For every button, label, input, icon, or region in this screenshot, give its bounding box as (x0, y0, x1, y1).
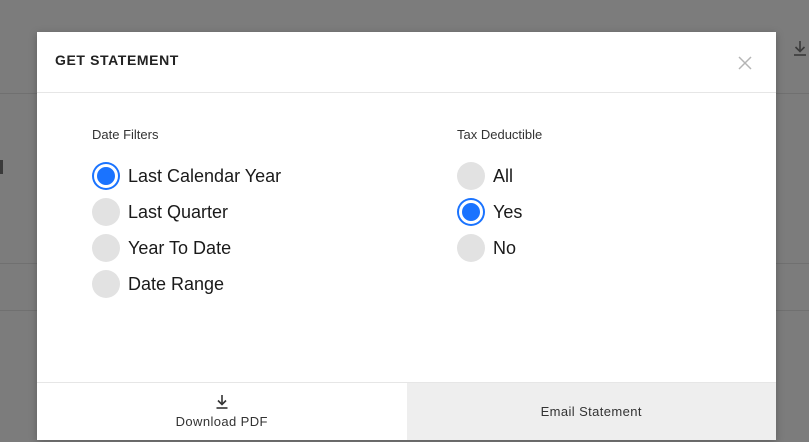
get-statement-modal: GET STATEMENT Date Filters Last Calendar… (37, 32, 776, 440)
tax-deductible-group: Tax Deductible All Yes No (457, 127, 542, 266)
email-statement-button[interactable]: Email Statement (406, 383, 776, 440)
option-label: No (493, 237, 517, 258)
date-filters-group: Date Filters Last Calendar Year Last Qua… (92, 127, 281, 302)
date-filters-label: Date Filters (92, 127, 159, 142)
close-button[interactable] (734, 52, 756, 74)
radio-no[interactable]: No (457, 230, 542, 266)
modal-footer: Download PDF Email Statement (37, 382, 776, 440)
radio-button[interactable] (457, 162, 485, 190)
radio-date-range[interactable]: Date Range (92, 266, 281, 302)
download-icon (216, 395, 228, 409)
radio-button[interactable] (457, 234, 485, 262)
modal-title: GET STATEMENT (55, 52, 179, 68)
radio-button[interactable] (92, 198, 120, 226)
radio-button-checked[interactable] (459, 200, 483, 224)
background-marker (0, 160, 3, 174)
radio-yes[interactable]: Yes (457, 194, 542, 230)
modal-header: GET STATEMENT (37, 32, 776, 93)
radio-button[interactable] (92, 270, 120, 298)
tax-deductible-label: Tax Deductible (457, 127, 543, 142)
radio-last-calendar-year[interactable]: Last Calendar Year (92, 158, 281, 194)
radio-all[interactable]: All (457, 158, 542, 194)
close-icon (738, 56, 752, 70)
download-pdf-label: Download PDF (175, 414, 268, 429)
option-label: Last Calendar Year (128, 165, 282, 186)
option-label: All (493, 165, 514, 186)
download-pdf-button[interactable]: Download PDF (37, 383, 407, 440)
radio-last-quarter[interactable]: Last Quarter (92, 194, 281, 230)
option-label: Yes (493, 201, 523, 222)
radio-year-to-date[interactable]: Year To Date (92, 230, 281, 266)
option-label: Date Range (128, 273, 225, 294)
background-download-icon (793, 38, 807, 58)
radio-button[interactable] (92, 234, 120, 262)
option-label: Year To Date (128, 237, 232, 258)
option-label: Last Quarter (128, 201, 229, 222)
radio-button-checked[interactable] (94, 164, 118, 188)
email-statement-label: Email Statement (540, 404, 642, 419)
